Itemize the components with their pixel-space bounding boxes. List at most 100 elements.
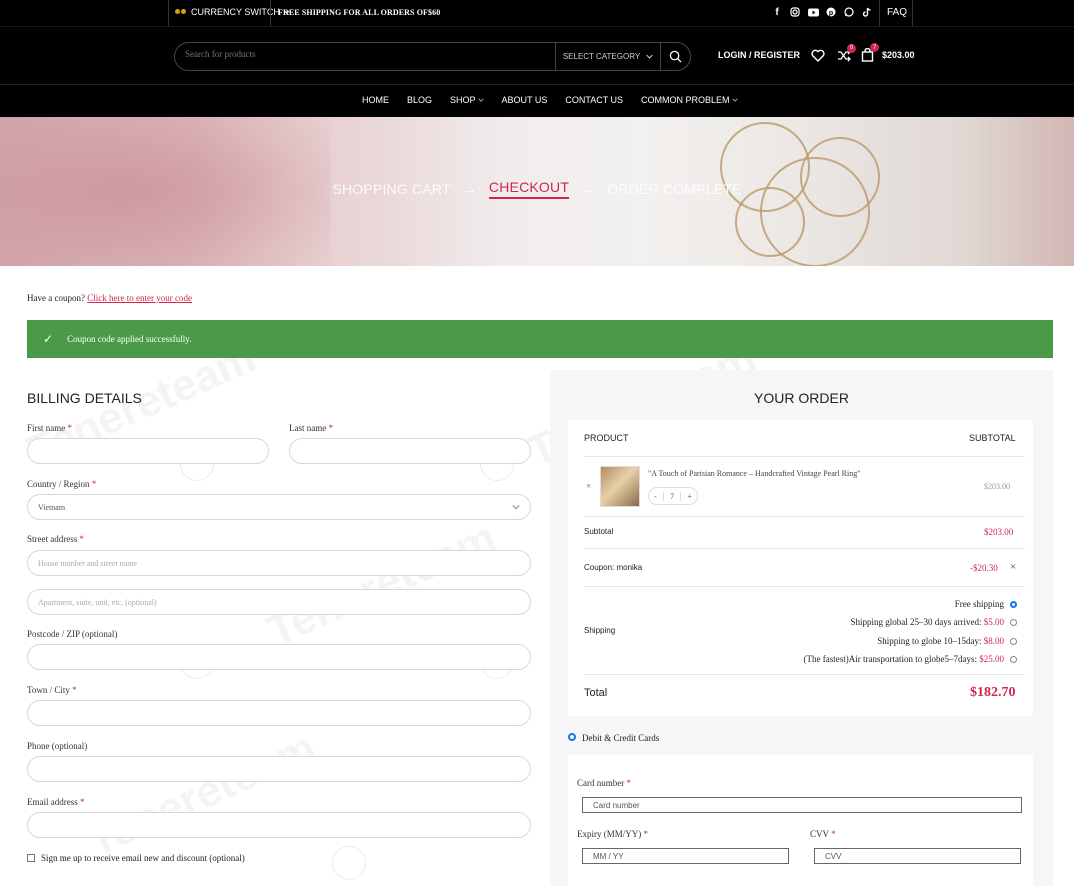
facebook-icon[interactable]: f <box>771 6 783 18</box>
town-label: Town / City * <box>27 685 77 695</box>
compare-button[interactable]: 0 <box>837 43 857 62</box>
street-placeholder: House number and street name <box>38 558 138 568</box>
street-address-input[interactable]: House number and street name <box>27 550 531 576</box>
shipping-option-label: Shipping to globe 10–15day: $8.00 <box>877 636 1004 646</box>
postcode-label: Postcode / ZIP (optional) <box>27 629 118 639</box>
enter-coupon-link[interactable]: Click here to enter your code <box>87 293 192 303</box>
cart-count-badge: 7 <box>870 43 880 52</box>
card-number-placeholder: Card number <box>593 800 640 810</box>
search-icon <box>669 50 682 63</box>
search-bar: SELECT CATEGORY <box>174 42 691 71</box>
shipping-option-price: $5.00 <box>983 617 1004 627</box>
first-name-label: First name * <box>27 423 72 433</box>
billing-title: BILLING DETAILS <box>27 390 142 406</box>
checkout-steps: SHOPPING CART → CHECKOUT → ORDER COMPLET… <box>0 179 1074 199</box>
qty-minus-button[interactable]: - <box>654 492 657 501</box>
shipping-option-price: $25.00 <box>979 654 1004 664</box>
currency-icon <box>175 9 187 15</box>
search-button[interactable] <box>660 43 690 70</box>
street-label: Street address * <box>27 534 84 544</box>
nav-item-common-problem[interactable]: COMMON PROBLEM <box>641 95 738 105</box>
youtube-icon[interactable] <box>807 6 819 18</box>
shipping-option-radio[interactable] <box>1010 601 1017 608</box>
nav-item-shop[interactable]: SHOP <box>450 95 484 105</box>
cart-button[interactable]: 7 <box>861 43 880 62</box>
coupon-prompt-text: Have a coupon? <box>27 293 85 303</box>
payment-method-radio[interactable] <box>568 733 576 741</box>
top-bar: CURRENCY SWITCH FREE SHIPPING FOR ALL OR… <box>0 0 1074 26</box>
expiry-input[interactable]: MM / YY <box>582 848 789 864</box>
chevron-down-icon <box>646 54 653 59</box>
nav-item-label: COMMON PROBLEM <box>641 95 730 105</box>
nav-item-about-us[interactable]: ABOUT US <box>502 95 548 105</box>
newsletter-checkbox[interactable] <box>27 854 35 862</box>
category-select[interactable]: SELECT CATEGORY <box>555 43 661 70</box>
email-input[interactable] <box>27 812 531 838</box>
whatsapp-icon[interactable] <box>843 6 855 18</box>
login-register-link[interactable]: LOGIN / REGISTER <box>718 50 800 60</box>
category-label: SELECT CATEGORY <box>562 52 641 61</box>
success-message: Coupon code applied successfully. <box>67 334 192 344</box>
remove-coupon-button[interactable]: × <box>1010 561 1016 573</box>
instagram-icon[interactable] <box>789 6 801 18</box>
country-select[interactable]: Vietnam <box>27 494 531 520</box>
chevron-down-icon <box>477 98 484 102</box>
page-hero: SHOPPING CART → CHECKOUT → ORDER COMPLET… <box>0 117 1074 266</box>
heart-icon <box>811 49 825 62</box>
last-name-input[interactable] <box>289 438 531 464</box>
subtotal-value: $203.00 <box>984 527 1014 537</box>
qty-plus-button[interactable]: + <box>687 492 692 501</box>
newsletter-checkbox-row: Sign me up to receive email new and disc… <box>27 853 245 863</box>
nav-item-label: SHOP <box>450 95 476 105</box>
cvv-input[interactable]: CVV <box>814 848 1021 864</box>
success-notice: ✓ Coupon code applied successfully. <box>27 320 1053 358</box>
cvv-placeholder: CVV <box>825 851 842 861</box>
coupon-label: Coupon: monika <box>584 563 643 572</box>
coupon-discount: -$20.30 <box>970 563 998 573</box>
first-name-input[interactable] <box>27 438 269 464</box>
cart-total[interactable]: $203.00 <box>882 50 915 60</box>
shipping-notice: FREE SHIPPING FOR ALL ORDERS OF$60 <box>278 8 441 17</box>
postcode-input[interactable] <box>27 644 531 670</box>
last-name-label: Last name * <box>289 423 333 433</box>
shipping-option-label: (The fastest)Air transportation to globe… <box>804 654 1004 664</box>
apartment-input[interactable]: Apartment, suite, unit, etc. (optional) <box>27 589 531 615</box>
coupon-prompt: Have a coupon? Click here to enter your … <box>27 293 192 303</box>
nav-item-home[interactable]: HOME <box>362 95 389 105</box>
tiktok-icon[interactable] <box>861 6 873 18</box>
arrow-right-icon: → <box>462 181 477 197</box>
card-form <box>568 755 1033 886</box>
chevron-down-icon <box>512 504 520 510</box>
nav-item-label: CONTACT US <box>565 95 624 105</box>
country-label: Country / Region * <box>27 479 97 489</box>
shipping-option-radio[interactable] <box>1010 656 1017 663</box>
card-number-input[interactable]: Card number <box>582 797 1022 813</box>
pinterest-icon[interactable]: p <box>825 6 837 18</box>
currency-switch[interactable]: CURRENCY SWITCH <box>175 7 290 17</box>
remove-item-button[interactable]: × <box>586 481 591 491</box>
email-label: Email address * <box>27 797 85 807</box>
cvv-label: CVV * <box>810 829 836 839</box>
phone-label: Phone (optional) <box>27 741 88 751</box>
payment-method-label: Debit & Credit Cards <box>582 733 660 743</box>
product-name[interactable]: "A Touch of Parisian Romance – Handcraft… <box>648 469 860 478</box>
step-checkout[interactable]: CHECKOUT <box>488 179 570 199</box>
main-nav: HOME BLOG SHOP ABOUT US CONTACT US COMMON PRO… <box>0 84 1074 117</box>
order-title: YOUR ORDER <box>754 390 849 406</box>
phone-input[interactable] <box>27 756 531 782</box>
shipping-option-radio[interactable] <box>1010 638 1017 645</box>
shipping-option-radio[interactable] <box>1010 619 1017 626</box>
nav-item-contact-us[interactable]: CONTACT US <box>565 95 623 105</box>
newsletter-label: Sign me up to receive email new and disc… <box>41 853 245 863</box>
nav-item-label: ABOUT US <box>501 95 548 105</box>
wishlist-button[interactable] <box>811 49 825 62</box>
faq-link[interactable]: FAQ <box>887 7 907 18</box>
nav-item-blog[interactable]: BLOG <box>407 95 432 105</box>
qty-value[interactable]: 7 <box>663 491 682 501</box>
search-input[interactable] <box>185 49 545 59</box>
nav-item-label: HOME <box>362 95 389 105</box>
currency-label: CURRENCY SWITCH <box>191 7 280 17</box>
shipping-label: Shipping <box>584 626 616 635</box>
town-input[interactable] <box>27 700 531 726</box>
step-shopping-cart[interactable]: SHOPPING CART <box>332 181 450 197</box>
